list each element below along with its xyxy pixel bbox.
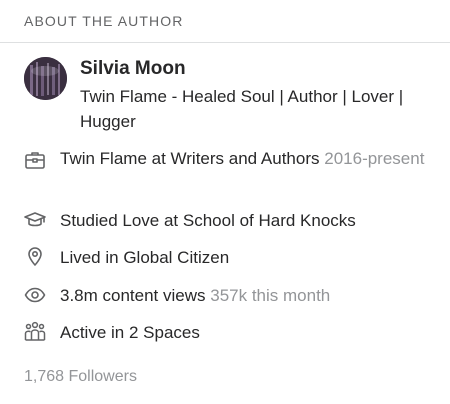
education-text[interactable]: Studied Love at School of Hard Knocks: [60, 211, 356, 230]
section-title: ABOUT THE AUTHOR: [24, 13, 184, 29]
employment-text[interactable]: Twin Flame at Writers and Authors: [60, 149, 320, 168]
briefcase-icon: [24, 149, 46, 171]
section-divider: [0, 42, 450, 43]
location-text[interactable]: Lived in Global Citizen: [60, 248, 229, 267]
employment-years: 2016-present: [324, 149, 425, 168]
followers-count[interactable]: 1,768 Followers: [24, 368, 137, 386]
author-tagline: Twin Flame - Healed Soul | Author | Love…: [80, 87, 404, 131]
spaces-text[interactable]: Active in 2 Spaces: [60, 323, 200, 342]
location-pin-icon: [24, 245, 46, 267]
graduation-cap-icon: [24, 209, 46, 231]
eye-icon: [24, 284, 46, 306]
views-monthly: 357k this month: [210, 286, 331, 305]
people-group-icon: [24, 320, 46, 342]
author-name[interactable]: Silvia Moon: [80, 58, 186, 80]
views-text: 3.8m content views: [60, 286, 206, 305]
avatar[interactable]: [24, 57, 67, 100]
